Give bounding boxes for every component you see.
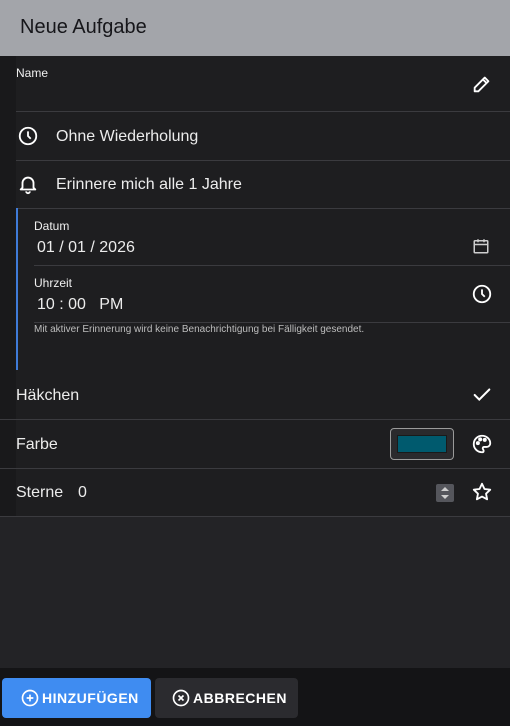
checkmark-label: Häkchen	[16, 387, 80, 404]
add-button-label: HINZUFÜGEN	[42, 690, 139, 706]
add-circle-icon	[20, 688, 40, 708]
calendar-icon[interactable]	[472, 237, 490, 255]
edit-icon[interactable]	[471, 73, 493, 95]
divider	[16, 160, 510, 161]
stars-label: Sterne	[16, 484, 64, 501]
divider	[34, 265, 510, 266]
date-label: Datum	[34, 219, 70, 233]
divider	[0, 468, 510, 469]
divider	[0, 419, 510, 420]
dialog-title: Neue Aufgabe	[20, 16, 147, 38]
stars-stepper[interactable]	[436, 484, 454, 502]
divider	[16, 208, 510, 209]
divider	[34, 322, 510, 323]
palette-icon[interactable]	[471, 433, 493, 455]
cancel-button-label: ABBRECHEN	[193, 690, 287, 706]
left-margin	[0, 56, 16, 518]
date-input[interactable]: 01 / 01 / 2026	[37, 239, 135, 257]
reminder-selector[interactable]: Erinnere mich alle 1 Jahre	[56, 176, 242, 194]
dialog-header: Neue Aufgabe	[0, 0, 510, 56]
stars-input[interactable]: 0	[78, 484, 87, 502]
time-input[interactable]: 10 : 00 PM	[37, 296, 123, 314]
cancel-button[interactable]: ABBRECHEN	[155, 678, 298, 718]
check-icon[interactable]	[471, 384, 493, 406]
empty-area	[0, 517, 510, 668]
time-label: Uhrzeit	[34, 276, 73, 290]
color-swatch-fill	[397, 435, 447, 453]
clock-icon[interactable]	[471, 283, 493, 305]
dialog-footer: HINZUFÜGEN ABBRECHEN	[0, 668, 510, 726]
divider	[0, 516, 510, 517]
bell-icon	[17, 173, 39, 195]
color-label: Farbe	[16, 436, 58, 453]
reminder-hint: Mit aktiver Erinnerung wird keine Benach…	[34, 324, 365, 335]
name-input[interactable]	[16, 84, 456, 104]
reminder-accent-bar	[16, 208, 18, 370]
cancel-circle-icon	[171, 688, 191, 708]
name-label: Name	[16, 66, 49, 80]
divider	[16, 111, 510, 112]
repeat-selector[interactable]: Ohne Wiederholung	[56, 128, 198, 146]
clock-icon	[17, 125, 39, 147]
star-icon[interactable]	[471, 481, 493, 503]
add-button[interactable]: HINZUFÜGEN	[2, 678, 151, 718]
color-picker[interactable]	[390, 428, 454, 460]
